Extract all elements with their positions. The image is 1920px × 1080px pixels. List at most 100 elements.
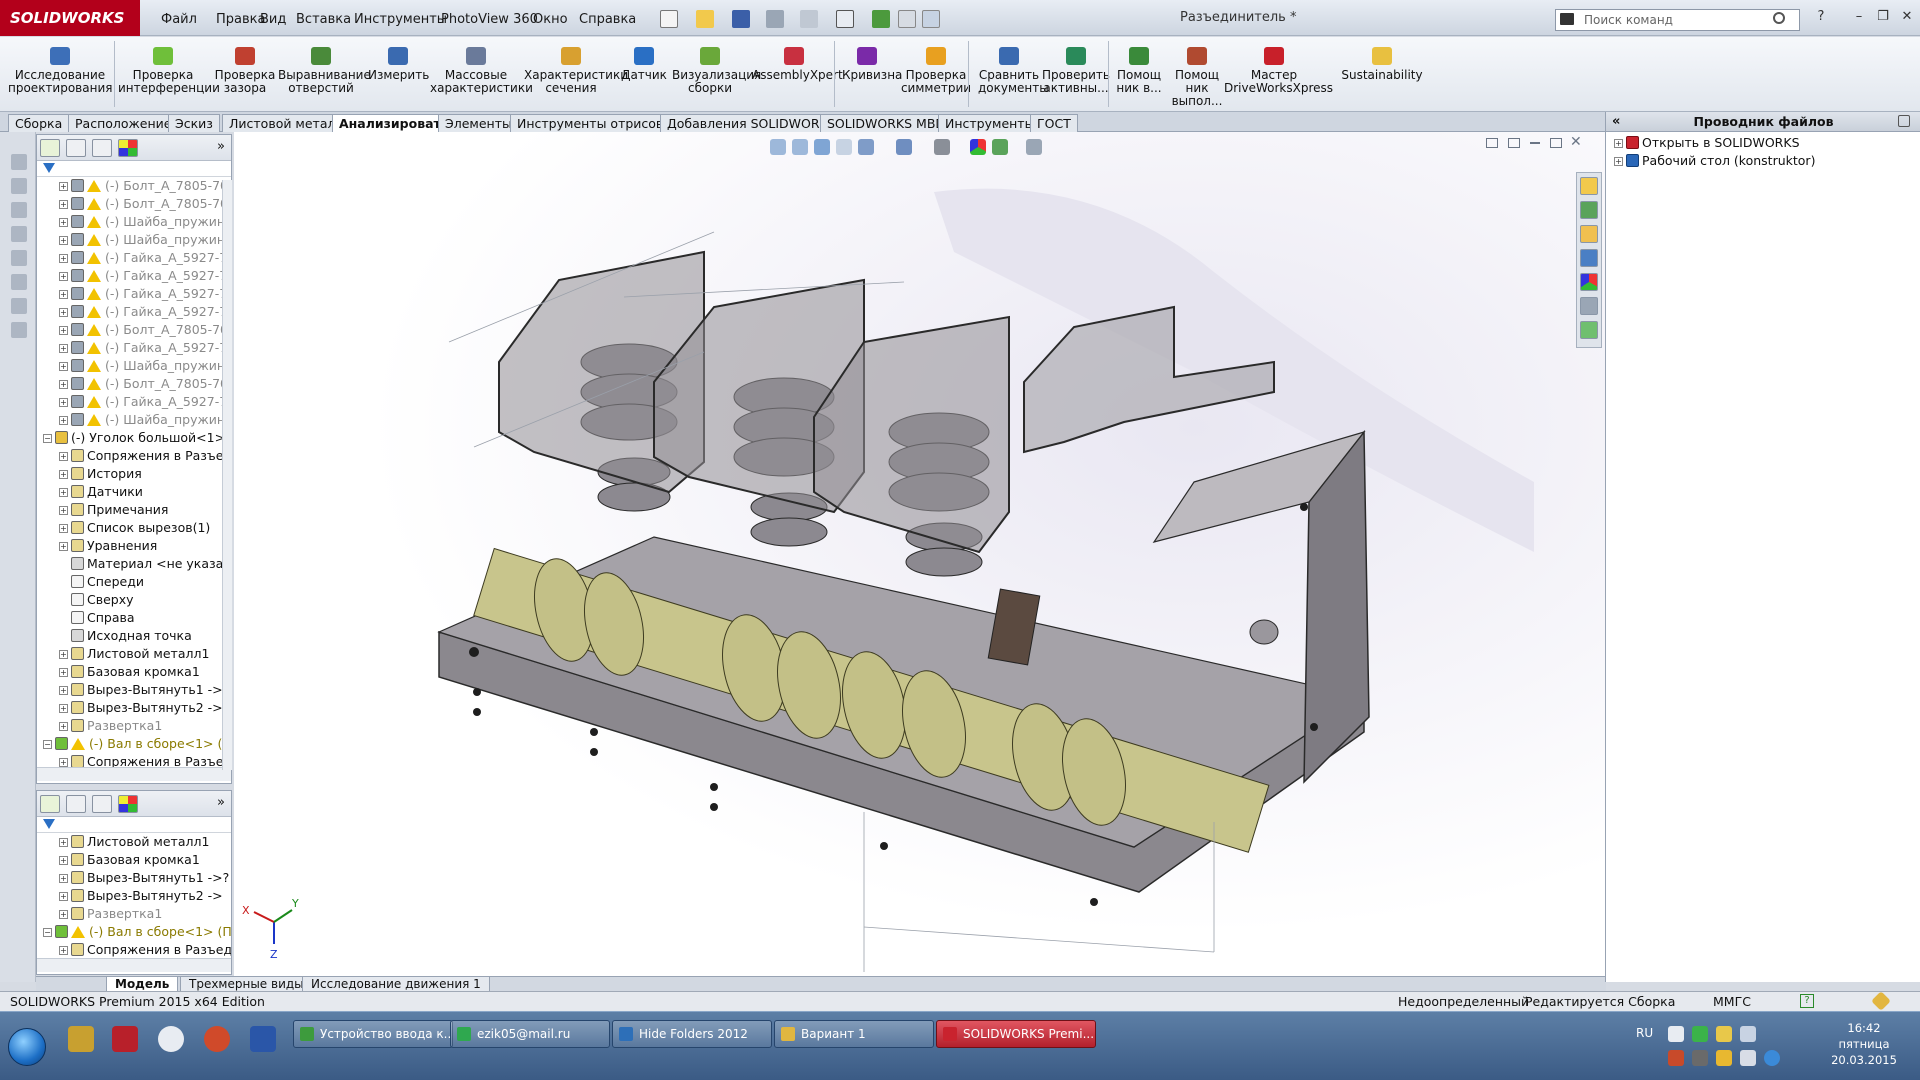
taskbar-button[interactable]: Вариант 1 — [774, 1020, 934, 1048]
command-button[interactable]: Кривизна — [842, 39, 902, 111]
zoom-to-fit-icon[interactable] — [770, 139, 786, 155]
file-explorer-item[interactable]: + Открыть в SOLIDWORKS — [1614, 134, 1800, 152]
tree-item[interactable]: + (-) Гайка_А_5927-70<2 — [59, 249, 231, 267]
viewport-restore-icon[interactable] — [1550, 138, 1562, 148]
horizontal-scrollbar[interactable] — [37, 767, 231, 781]
command-button[interactable]: Помощ ник выпол... — [1168, 39, 1226, 111]
view-orientation-icon[interactable] — [896, 139, 912, 155]
tree-item[interactable]: + (-) Болт_А_7805-70<54 — [59, 375, 231, 393]
feature-tree-tab-icon[interactable] — [40, 139, 60, 157]
menu-item[interactable]: Файл — [155, 9, 203, 30]
tree-item[interactable]: + (-) Шайба_пружинная_ — [59, 231, 231, 249]
tray-icon[interactable] — [1668, 1026, 1684, 1042]
quicklaunch-icon[interactable] — [158, 1026, 184, 1052]
tree-item[interactable]: + (-) Гайка_А_5927-70<2 — [59, 285, 231, 303]
tree-item[interactable]: +Сверху — [59, 591, 134, 609]
custom-properties-icon[interactable] — [1580, 297, 1598, 315]
expand-icon[interactable]: + — [59, 236, 68, 245]
tree-item[interactable]: + Датчики — [59, 483, 143, 501]
expand-icon[interactable]: + — [59, 874, 68, 883]
property-manager-tab-icon[interactable] — [66, 139, 86, 157]
tree-item[interactable]: + Базовая кромка1 — [59, 851, 200, 869]
expand-icon[interactable]: + — [59, 838, 68, 847]
command-tab[interactable]: SOLIDWORKS MBD — [820, 114, 953, 132]
taskbar-button[interactable]: SOLIDWORKS Premi... — [936, 1020, 1096, 1048]
tool-icon[interactable] — [11, 274, 27, 290]
appearances-icon[interactable] — [1580, 273, 1598, 291]
tool-icon[interactable] — [11, 250, 27, 266]
viewport-close-icon[interactable]: ✕ — [1570, 134, 1582, 150]
tool-icon[interactable] — [11, 202, 27, 218]
expand-icon[interactable]: + — [59, 380, 68, 389]
quicklaunch-icon[interactable] — [112, 1026, 138, 1052]
display-manager-tab-icon[interactable] — [118, 795, 138, 813]
expand-icon[interactable]: + — [59, 856, 68, 865]
expand-icon[interactable]: + — [59, 326, 68, 335]
expand-icon[interactable]: + — [59, 668, 68, 677]
tree-item[interactable]: +Спереди — [59, 573, 144, 591]
command-button[interactable]: Сравнить документы — [978, 39, 1049, 111]
command-tab[interactable]: Элементы — [438, 114, 519, 132]
tree-item[interactable]: − (-) Уголок большой<1> - — [43, 429, 231, 447]
tree-item[interactable]: + (-) Болт_А_7805-70<49 — [59, 177, 231, 195]
command-button[interactable]: Проверка зазора — [212, 39, 278, 111]
configuration-manager-tab-icon[interactable] — [92, 795, 112, 813]
tree-item[interactable]: + История — [59, 465, 142, 483]
tree-item[interactable]: + Развертка1 — [59, 717, 162, 735]
start-button[interactable] — [8, 1028, 46, 1066]
zoom-to-area-icon[interactable] — [792, 139, 808, 155]
expand-icon[interactable]: + — [59, 488, 68, 497]
command-button[interactable]: Помощ ник в... — [1116, 39, 1162, 111]
expand-icon[interactable]: + — [59, 946, 68, 955]
design-library-icon[interactable] — [1580, 201, 1598, 219]
tray-icon[interactable] — [1716, 1050, 1732, 1066]
tree-item[interactable]: +Исходная точка — [59, 627, 192, 645]
tree-item[interactable]: + (-) Болт_А_7805-70<50 — [59, 195, 231, 213]
tree-item[interactable]: + Уравнения — [59, 537, 157, 555]
vertical-scrollbar[interactable] — [222, 180, 232, 770]
expand-panel-icon[interactable]: » — [217, 139, 225, 154]
expand-icon[interactable]: + — [59, 722, 68, 731]
command-tab[interactable]: ГОСТ — [1030, 114, 1078, 132]
expand-icon[interactable]: + — [59, 398, 68, 407]
tree-item[interactable]: + Сопряжения в Разъед — [59, 753, 231, 767]
dynamic-annotation-icon[interactable] — [858, 139, 874, 155]
file-properties-icon[interactable] — [898, 10, 916, 28]
close-button[interactable]: ✕ — [1896, 8, 1918, 26]
expand-icon[interactable]: + — [59, 344, 68, 353]
tree-item[interactable]: − (-) Вал в сборе<1> (П — [43, 923, 231, 941]
command-tab[interactable]: Эскиз — [168, 114, 220, 132]
select-cursor-icon[interactable] — [836, 10, 854, 28]
tool-icon[interactable] — [11, 322, 27, 338]
options-icon[interactable] — [922, 10, 940, 28]
pin-icon[interactable] — [1898, 115, 1910, 127]
expand-panel-icon[interactable]: » — [217, 795, 225, 810]
expand-icon[interactable]: − — [43, 928, 52, 937]
command-tab[interactable]: Инструменты — [938, 114, 1042, 132]
tree-item[interactable]: + Список вырезов(1) — [59, 519, 210, 537]
system-clock[interactable]: 16:42 пятница 20.03.2015 — [1820, 1020, 1908, 1068]
volume-icon[interactable] — [1740, 1050, 1756, 1066]
tool-icon[interactable] — [11, 154, 27, 170]
configuration-manager-tab-icon[interactable] — [92, 139, 112, 157]
expand-icon[interactable]: + — [59, 308, 68, 317]
expand-icon[interactable]: − — [43, 434, 52, 443]
property-manager-tab-icon[interactable] — [66, 795, 86, 813]
word-icon[interactable] — [250, 1026, 276, 1052]
quicklaunch-icon[interactable] — [68, 1026, 94, 1052]
open-folder-icon[interactable] — [696, 10, 714, 28]
expand-icon[interactable]: + — [59, 910, 68, 919]
filter-icon[interactable] — [43, 163, 55, 173]
command-button[interactable]: Выравнивание отверстий — [278, 39, 371, 111]
command-button[interactable]: AssemblyXpert — [752, 39, 843, 111]
expand-icon[interactable]: + — [59, 542, 68, 551]
command-button[interactable]: Датчик — [620, 39, 668, 111]
tree-item[interactable]: + (-) Болт_А_7805-70<53 — [59, 321, 231, 339]
solidworks-logo[interactable]: SOLIDWORKS — [0, 0, 140, 36]
tray-icon[interactable] — [1740, 1026, 1756, 1042]
model-view[interactable]: X Y Z — [234, 132, 1605, 976]
expand-icon[interactable]: + — [59, 362, 68, 371]
help-icon[interactable]: ? — [1810, 8, 1832, 26]
section-view-icon[interactable] — [836, 139, 852, 155]
expand-icon[interactable]: + — [59, 686, 68, 695]
